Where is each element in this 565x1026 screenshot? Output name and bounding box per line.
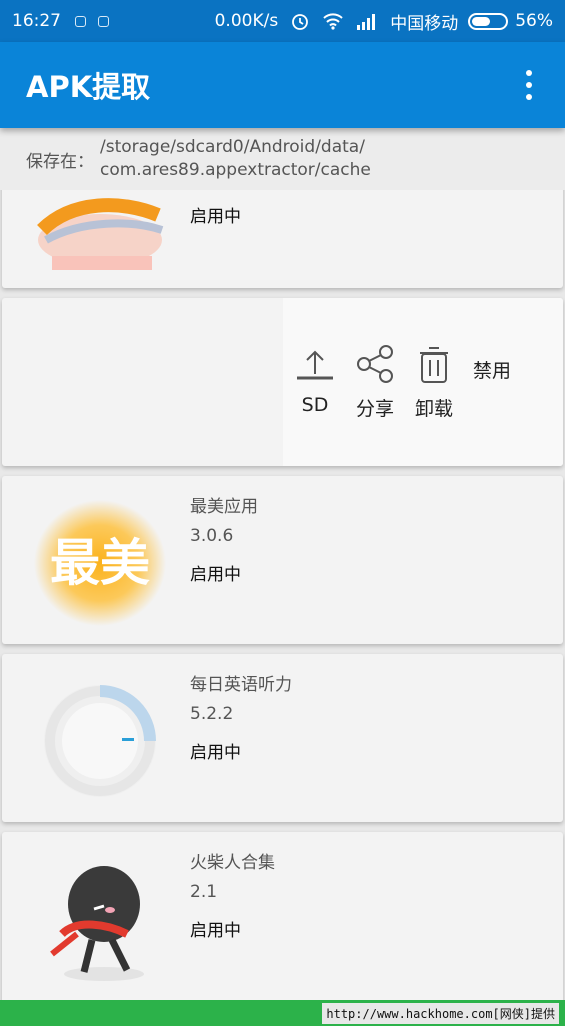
swipe-action-panel: SD 分享 卸载 禁用 xyxy=(283,298,563,466)
notification-shield-icon xyxy=(75,15,86,27)
watermark-bar: http://www.hackhome.com[网侠]提供 xyxy=(0,1000,565,1026)
app-name: 火柴人合集 xyxy=(190,853,275,873)
zuimei-icon: 最美 xyxy=(32,498,168,628)
action-label: SD xyxy=(301,394,329,416)
save-path-bar: 保存在： /storage/sdcard0/Android/data/ com.… xyxy=(0,128,565,190)
network-speed: 0.00K/s xyxy=(214,11,279,31)
app-title: APK提取 xyxy=(26,70,151,104)
action-label: 分享 xyxy=(355,397,394,420)
app-list-item[interactable]: 最美 最美应用 3.0.6 启用中 xyxy=(2,476,563,644)
svg-text:最美: 最美 xyxy=(50,534,150,592)
app-list-item[interactable]: 火柴人合集 2.1 启用中 xyxy=(2,832,563,1004)
watermark-text: http://www.hackhome.com[网侠]提供 xyxy=(322,1002,559,1024)
app-bar: APK提取 xyxy=(0,42,565,128)
save-path-line1: /storage/sdcard0/Android/data/ xyxy=(100,137,365,157)
save-path-line2: com.ares89.appextractor/cache xyxy=(100,160,371,180)
share-icon xyxy=(357,344,393,383)
notification-app-icon xyxy=(98,15,109,27)
battery-percent: 56% xyxy=(515,11,553,31)
app-version: 5.2.2 xyxy=(190,704,234,724)
upload-icon xyxy=(297,350,333,380)
signal-icon xyxy=(356,12,378,30)
trash-icon xyxy=(420,346,448,383)
action-label: 禁用 xyxy=(473,359,512,382)
app-state: 启用中 xyxy=(190,207,241,227)
overflow-menu-icon[interactable] xyxy=(519,70,539,100)
app-list-item[interactable]: 每日英语听力 5.2.2 启用中 xyxy=(2,654,563,822)
disable-button[interactable]: 禁用 xyxy=(473,356,511,383)
app-version: 2.1 xyxy=(190,882,218,902)
share-button[interactable]: 分享 xyxy=(355,344,395,421)
action-label: 卸载 xyxy=(415,397,454,420)
app-state: 启用中 xyxy=(190,565,241,585)
save-path-label: 保存在： xyxy=(26,151,94,172)
app-name: 每日英语听力 xyxy=(190,675,292,695)
app-version: 3.0.6 xyxy=(190,526,234,546)
app-state: 启用中 xyxy=(190,743,241,763)
wifi-icon xyxy=(322,12,344,30)
uninstall-button[interactable]: 卸载 xyxy=(415,344,453,421)
battery-icon xyxy=(468,12,509,30)
status-time: 16:27 xyxy=(12,11,61,31)
english-listening-icon xyxy=(32,676,168,806)
alarm-icon xyxy=(290,11,310,31)
extract-to-sd-button[interactable]: SD xyxy=(295,348,335,416)
app-state: 启用中 xyxy=(190,921,241,941)
app-name: 最美应用 xyxy=(190,497,258,517)
carrier-name: 中国移动 xyxy=(390,13,459,34)
save-path: /storage/sdcard0/Android/data/ com.ares8… xyxy=(100,136,371,182)
stickman-icon xyxy=(32,854,168,984)
app-list-item-swiped[interactable]: SD 分享 卸载 禁用 xyxy=(2,298,563,466)
status-bar: 16:27 0.00K/s 中国移动 56% xyxy=(0,0,565,42)
